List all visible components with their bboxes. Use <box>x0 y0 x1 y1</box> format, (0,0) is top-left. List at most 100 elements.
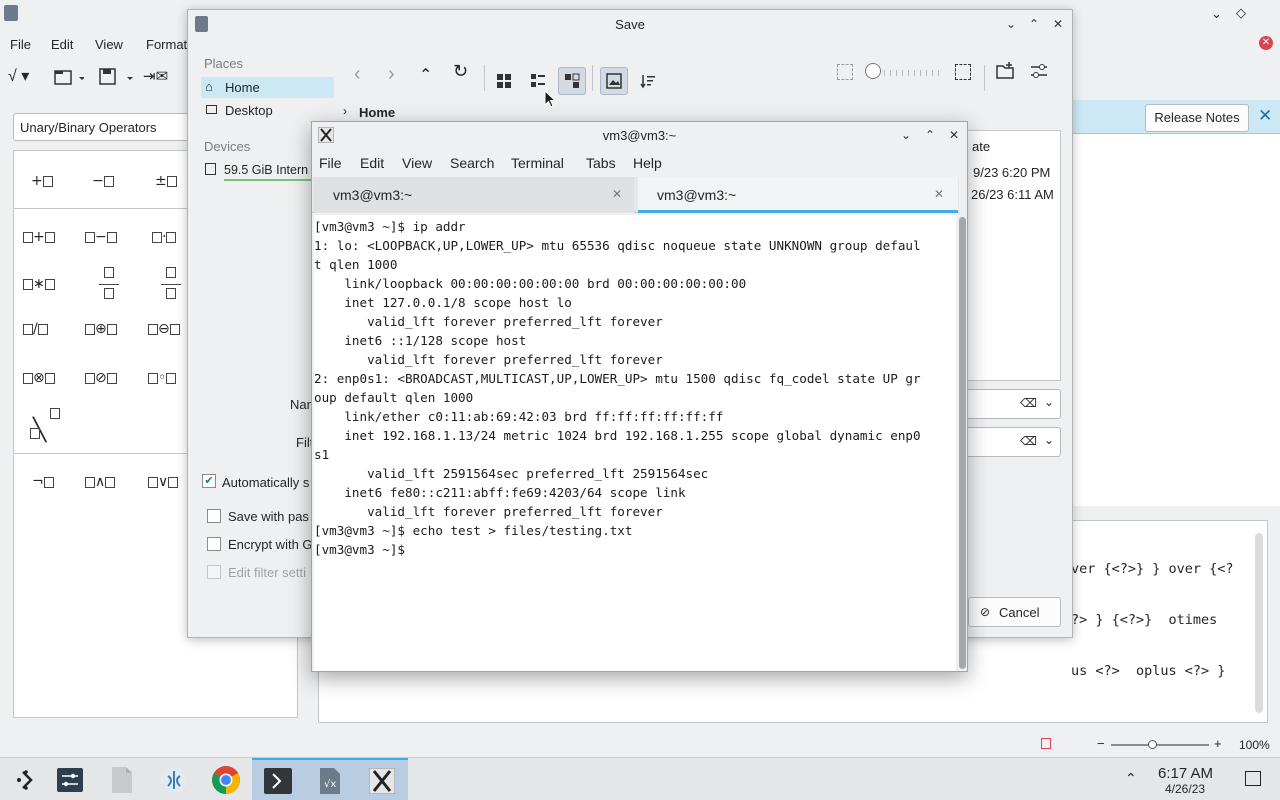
filter-field[interactable]: ⌫ ⌄ <box>955 427 1061 457</box>
name-field[interactable]: ⌫ ⌄ <box>955 389 1061 419</box>
forward-icon[interactable]: › <box>388 63 395 86</box>
reload-icon[interactable]: ↻ <box>453 61 468 82</box>
date-column-header[interactable]: ate <box>972 139 990 154</box>
editor-scrollbar[interactable] <box>1255 533 1263 713</box>
tab-close-icon[interactable]: ✕ <box>934 187 944 201</box>
place-home[interactable]: ⌂ Home <box>201 77 334 98</box>
icon-size-thumb[interactable] <box>865 63 881 79</box>
encrypt-checkbox[interactable] <box>207 537 221 551</box>
over-op[interactable] <box>161 267 181 299</box>
open-folder-icon[interactable] <box>54 68 84 86</box>
zoom-full-icon[interactable] <box>955 64 971 80</box>
file-row-date[interactable]: 9/23 6:20 PM <box>973 165 1050 180</box>
save-dialog-titlebar[interactable]: Save <box>188 10 1072 38</box>
wideslash-op[interactable]: ╲ <box>30 406 60 442</box>
maximize-icon[interactable]: ⌃ <box>920 125 940 145</box>
zoom-out-icon[interactable]: − <box>1097 736 1105 751</box>
export-icon[interactable]: ⇥✉ <box>143 67 168 85</box>
cdot-op[interactable]: · <box>152 229 177 245</box>
and-op[interactable]: ∧ <box>85 474 116 490</box>
oslash-op[interactable]: ⊘ <box>85 370 117 386</box>
tab-close-icon[interactable]: ✕ <box>612 187 622 201</box>
math-task-icon[interactable]: √x <box>304 758 356 800</box>
zoom-fit-icon[interactable] <box>837 64 853 80</box>
menu-edit[interactable]: Edit <box>51 37 73 52</box>
minimize-icon[interactable]: ⌄ <box>1211 6 1222 22</box>
save-password-checkbox[interactable] <box>207 509 221 523</box>
clear-icon[interactable]: ⌫ <box>1020 434 1037 448</box>
menu-edit[interactable]: Edit <box>360 155 384 171</box>
file-row-date[interactable]: 26/23 6:11 AM <box>971 187 1054 202</box>
options-icon[interactable] <box>1030 62 1048 80</box>
auto-ext-checkbox[interactable]: ✔ <box>202 474 216 488</box>
menu-view[interactable]: View <box>402 155 432 171</box>
clear-icon[interactable]: ⌫ <box>1020 396 1037 410</box>
terminal-scrollbar-thumb[interactable] <box>959 217 966 669</box>
zoom-in-icon[interactable]: + <box>1214 736 1222 751</box>
release-notes-button[interactable]: Release Notes <box>1145 104 1249 132</box>
tab-2[interactable]: vm3@vm3:~ ✕ <box>638 177 958 213</box>
formula-icon[interactable]: √ ▾ <box>8 66 29 86</box>
oplus-op[interactable]: ⊕ <box>85 321 117 337</box>
minus-op[interactable]: − <box>92 173 114 189</box>
menu-help[interactable]: Help <box>633 155 662 171</box>
breadcrumb-home[interactable]: Home <box>359 105 395 120</box>
sort-icon[interactable] <box>634 67 662 95</box>
clock-time[interactable]: 6:17 AM <box>1158 765 1213 782</box>
konsole-task-icon[interactable] <box>252 758 304 800</box>
close-icon[interactable]: ✕ <box>944 125 964 145</box>
menu-terminal[interactable]: Terminal <box>511 155 564 171</box>
icons-view-icon[interactable] <box>490 67 518 95</box>
up-icon[interactable]: ⌃ <box>419 65 432 85</box>
system-settings-icon[interactable] <box>44 758 96 800</box>
menu-search[interactable]: Search <box>450 155 494 171</box>
chrome-icon[interactable] <box>200 758 252 800</box>
odot-op[interactable]: ◦ <box>148 370 177 386</box>
maximize-icon[interactable]: ⌃ <box>1024 14 1044 34</box>
fraction-op[interactable] <box>99 267 119 299</box>
new-folder-icon[interactable] <box>996 62 1014 80</box>
edit-filter-checkbox[interactable] <box>207 565 221 579</box>
menu-format[interactable]: Format <box>146 37 187 52</box>
add-op[interactable]: + <box>23 229 55 245</box>
or-op[interactable]: ∨ <box>148 474 179 490</box>
discover-icon[interactable] <box>148 758 200 800</box>
close-infobar-icon[interactable]: ✕ <box>1258 106 1272 126</box>
minimize-icon[interactable]: ⌄ <box>896 125 916 145</box>
terminal-scrollbar-track[interactable] <box>958 215 967 671</box>
breadcrumb-arrow-icon[interactable]: › <box>343 104 347 118</box>
plus-op[interactable]: + <box>31 173 53 189</box>
times-op[interactable]: ∗ <box>23 276 55 292</box>
menu-file[interactable]: File <box>319 155 342 171</box>
save-icon[interactable] <box>99 68 135 86</box>
category-select[interactable]: Unary/Binary Operators <box>13 113 193 141</box>
divide-op[interactable]: / <box>23 321 48 337</box>
close-icon[interactable]: ✕ <box>1048 14 1068 34</box>
plusminus-op[interactable]: ± <box>155 173 177 189</box>
terminal-output[interactable]: [vm3@vm3 ~]$ ip addr 1: lo: <LOOPBACK,UP,… <box>314 215 956 671</box>
tree-view-icon[interactable] <box>558 67 586 95</box>
subtract-op[interactable]: − <box>85 229 117 245</box>
file-list[interactable]: ate 9/23 6:20 PM 26/23 6:11 AM <box>955 130 1061 381</box>
minimize-icon[interactable]: ⌄ <box>1001 14 1021 34</box>
menu-view[interactable]: View <box>95 37 123 52</box>
ominus-op[interactable]: ⊖ <box>148 321 180 337</box>
show-desktop-icon[interactable] <box>1245 771 1261 786</box>
zoom-slider-thumb[interactable] <box>1148 740 1158 749</box>
preview-icon[interactable] <box>600 67 628 95</box>
tab-1[interactable]: vm3@vm3:~ ✕ <box>314 177 634 213</box>
zoom-slider[interactable] <box>1111 740 1209 749</box>
place-desktop[interactable]: Desktop <box>201 100 334 121</box>
terminal-titlebar[interactable]: vm3@vm3:~ <box>312 122 967 148</box>
neg-op[interactable]: ¬ <box>32 474 54 490</box>
maximize-icon[interactable]: ◇ <box>1236 5 1246 21</box>
clock-date[interactable]: 4/26/23 <box>1165 782 1205 796</box>
otimes-op[interactable]: ⊗ <box>23 370 55 386</box>
menu-tabs[interactable]: Tabs <box>586 155 616 171</box>
xterm-task-icon[interactable] <box>356 758 408 800</box>
close-icon[interactable]: ✕ <box>1259 36 1273 50</box>
back-icon[interactable]: ‹ <box>354 63 361 86</box>
system-tray-expand-icon[interactable]: ⌃ <box>1125 770 1137 787</box>
menu-file[interactable]: File <box>10 37 31 52</box>
chevron-down-icon[interactable]: ⌄ <box>1044 395 1054 409</box>
